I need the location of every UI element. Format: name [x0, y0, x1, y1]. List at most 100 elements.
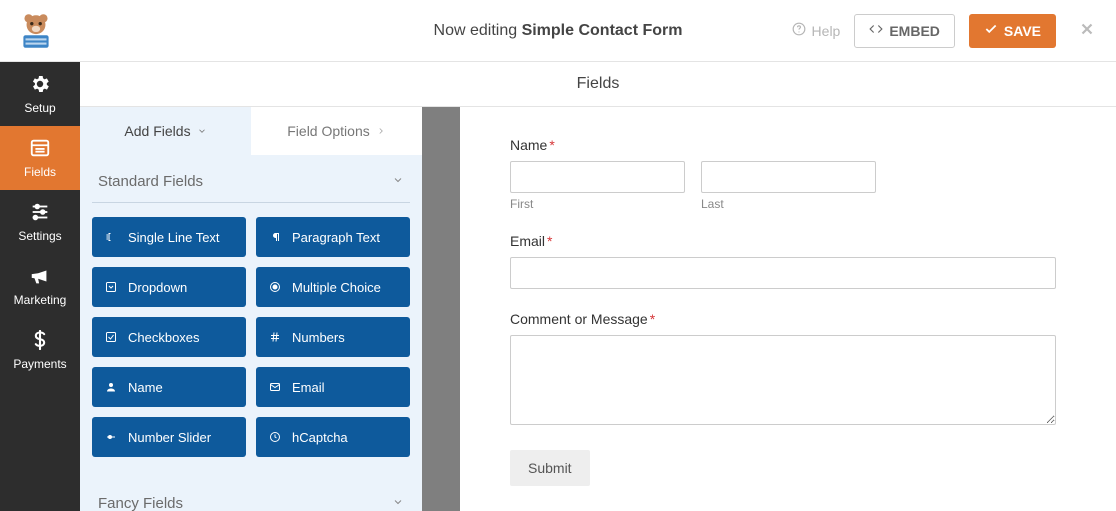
nav-label: Marketing	[14, 293, 67, 307]
nav-payments[interactable]: Payments	[0, 318, 80, 382]
field-label: Single Line Text	[128, 230, 220, 245]
radio-icon	[268, 280, 282, 294]
help-link[interactable]: Help	[792, 22, 841, 39]
bullhorn-icon	[29, 265, 51, 287]
embed-button[interactable]: EMBED	[854, 14, 955, 48]
chevron-down-icon	[197, 123, 207, 139]
field-checkboxes[interactable]: Checkboxes	[92, 317, 246, 357]
fields-panel: Add Fields Field Options Standa	[80, 107, 430, 511]
nav-fields[interactable]: Fields	[0, 126, 80, 190]
last-name-input[interactable]	[701, 161, 876, 193]
field-email-row[interactable]: Email*	[510, 233, 1056, 289]
submit-button[interactable]: Submit	[510, 450, 590, 486]
nav-label: Payments	[13, 357, 66, 371]
field-label: Paragraph Text	[292, 230, 380, 245]
standard-fields-grid: I Single Line Text Paragraph Text Dropdo…	[92, 203, 410, 457]
field-label: Numbers	[292, 330, 345, 345]
field-label: Email	[292, 380, 325, 395]
required-mark: *	[549, 137, 554, 153]
email-label: Email*	[510, 233, 1056, 249]
help-icon	[792, 22, 806, 39]
chevron-down-icon	[392, 495, 404, 511]
nav-setup[interactable]: Setup	[0, 62, 80, 126]
field-label: Checkboxes	[128, 330, 200, 345]
form-name-text: Simple Contact Form	[522, 22, 683, 39]
top-bar: Now editing Simple Contact Form Help EMB…	[0, 0, 1116, 62]
topbar-actions: Help EMBED SAVE	[792, 14, 1096, 48]
required-mark: *	[547, 233, 552, 249]
field-name-row[interactable]: Name* First Last	[510, 137, 1056, 211]
field-numbers[interactable]: Numbers	[256, 317, 410, 357]
first-name-input[interactable]	[510, 161, 685, 193]
field-name[interactable]: Name	[92, 367, 246, 407]
label-text: Name	[510, 137, 547, 153]
group-standard-fields[interactable]: Standard Fields	[92, 155, 410, 203]
app-logo	[15, 10, 57, 52]
form-icon	[29, 137, 51, 159]
left-nav: Setup Fields Settings Marketing Payments	[0, 62, 80, 511]
nav-label: Fields	[24, 165, 56, 179]
slider-icon	[104, 430, 118, 444]
nav-marketing[interactable]: Marketing	[0, 254, 80, 318]
chevron-down-icon	[392, 173, 404, 190]
shield-icon	[268, 430, 282, 444]
main-area: Setup Fields Settings Marketing Payments	[0, 62, 1116, 511]
hash-icon	[268, 330, 282, 344]
code-icon	[869, 22, 883, 39]
fields-scroll[interactable]: Standard Fields I Single Line Text Parag	[80, 155, 422, 511]
last-sublabel: Last	[701, 197, 876, 211]
field-label: hCaptcha	[292, 430, 348, 445]
field-label: Number Slider	[128, 430, 211, 445]
tab-add-fields[interactable]: Add Fields	[80, 107, 251, 155]
field-label: Name	[128, 380, 163, 395]
sliders-icon	[29, 201, 51, 223]
tab-label: Add Fields	[124, 123, 190, 139]
embed-label: EMBED	[889, 23, 940, 39]
svg-text:I: I	[106, 233, 108, 242]
field-label: Dropdown	[128, 280, 187, 295]
name-label: Name*	[510, 137, 1056, 153]
group-label: Standard Fields	[98, 173, 203, 190]
tab-field-options[interactable]: Field Options	[251, 107, 422, 155]
field-dropdown[interactable]: Dropdown	[92, 267, 246, 307]
help-label: Help	[812, 23, 841, 39]
caret-square-icon	[104, 280, 118, 294]
fields-subtabs: Add Fields Field Options	[80, 107, 422, 155]
field-label: Multiple Choice	[292, 280, 381, 295]
field-number-slider[interactable]: Number Slider	[92, 417, 246, 457]
label-text: Email	[510, 233, 545, 249]
now-editing-prefix: Now editing	[434, 22, 522, 39]
label-text: Comment or Message	[510, 311, 648, 327]
checkbox-icon	[104, 330, 118, 344]
form-preview: Name* First Last	[430, 107, 1116, 511]
save-button[interactable]: SAVE	[969, 14, 1056, 48]
builder-body: Add Fields Field Options Standa	[80, 107, 1116, 511]
comment-textarea[interactable]	[510, 335, 1056, 425]
comment-label: Comment or Message*	[510, 311, 1056, 327]
group-label: Fancy Fields	[98, 495, 183, 511]
nav-label: Setup	[24, 101, 55, 115]
builder: Fields Add Fields Field Options	[80, 62, 1116, 511]
field-email[interactable]: Email	[256, 367, 410, 407]
chevron-right-icon	[376, 123, 386, 139]
group-fancy-fields[interactable]: Fancy Fields	[92, 477, 410, 511]
envelope-icon	[268, 380, 282, 394]
field-multiple-choice[interactable]: Multiple Choice	[256, 267, 410, 307]
nav-settings[interactable]: Settings	[0, 190, 80, 254]
user-icon	[104, 380, 118, 394]
nav-label: Settings	[18, 229, 61, 243]
panel-title: Fields	[80, 62, 1116, 107]
check-icon	[984, 22, 998, 39]
field-paragraph-text[interactable]: Paragraph Text	[256, 217, 410, 257]
paragraph-icon	[268, 230, 282, 244]
field-hcaptcha[interactable]: hCaptcha	[256, 417, 410, 457]
field-single-line-text[interactable]: I Single Line Text	[92, 217, 246, 257]
gear-icon	[29, 73, 51, 95]
first-sublabel: First	[510, 197, 685, 211]
save-label: SAVE	[1004, 23, 1041, 39]
field-comment-row[interactable]: Comment or Message*	[510, 311, 1056, 428]
required-mark: *	[650, 311, 655, 327]
text-cursor-icon: I	[104, 230, 118, 244]
email-input[interactable]	[510, 257, 1056, 289]
close-icon[interactable]	[1078, 20, 1096, 41]
